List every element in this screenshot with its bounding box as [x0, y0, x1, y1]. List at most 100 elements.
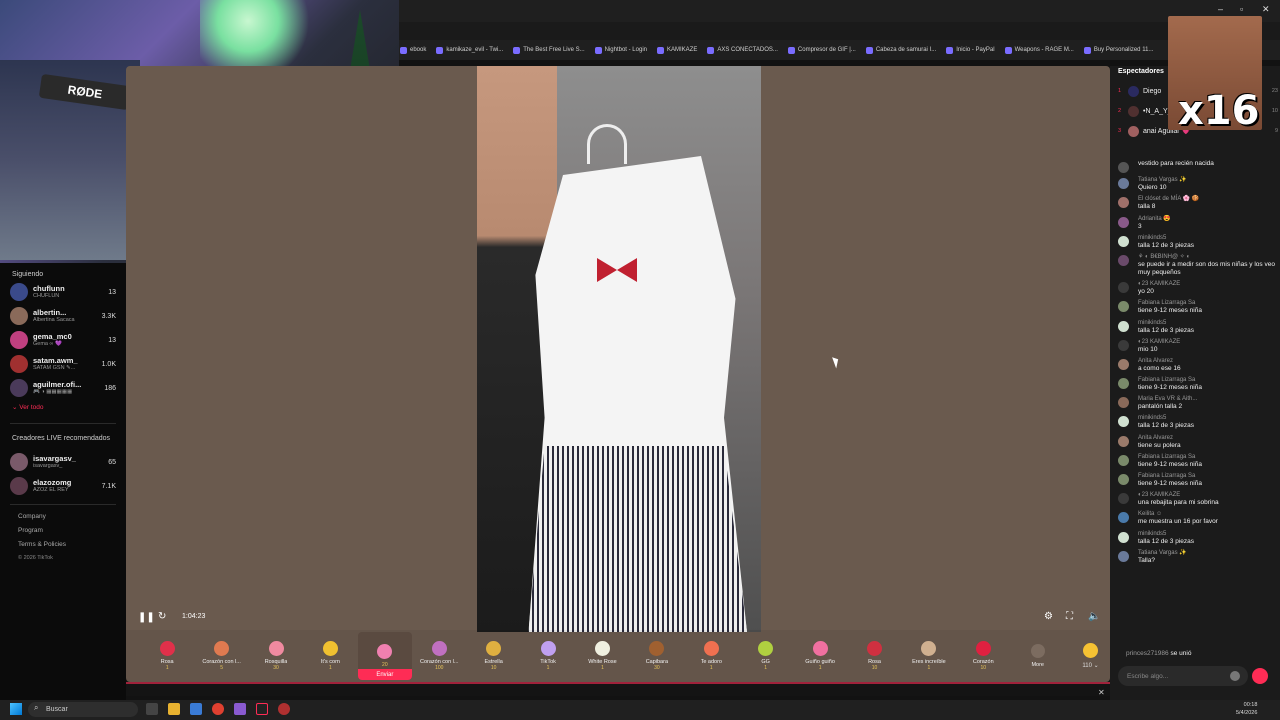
gift-icon: [975, 641, 991, 656]
terms-link[interactable]: Terms & Policies: [18, 541, 126, 548]
following-list: chuflunn CHUFLUN 13 albertin... Albertina Sa…: [0, 280, 126, 400]
message-user[interactable]: ◐23 KAMIKAZE: [1138, 491, 1219, 499]
gift-item[interactable]: Eres increíble 1: [902, 632, 956, 680]
refresh-icon[interactable]: ↻: [158, 611, 166, 622]
file-explorer-icon[interactable]: [168, 703, 180, 715]
message-user[interactable]: ◐23 KAMIKAZE: [1138, 280, 1180, 288]
message-user[interactable]: minikinds5: [1138, 414, 1194, 422]
bookmark-item[interactable]: The Best Free Live S...: [513, 46, 585, 54]
message-user[interactable]: minikinds5: [1138, 530, 1194, 538]
bookmark-item[interactable]: ebook: [400, 46, 426, 54]
account-row[interactable]: gema_mc0 Gema ∞ 💜 13: [0, 328, 126, 352]
gift-icon: [866, 641, 882, 656]
account-row[interactable]: satam.awm_ SATAM GSN ✎... 1.0K: [0, 352, 126, 376]
gift-item[interactable]: Te adoro 1: [684, 632, 738, 680]
avatar: [1118, 378, 1129, 390]
message-user[interactable]: Maria Eva VR & Aith...: [1138, 395, 1197, 403]
bookmark-item[interactable]: Buy Personalized 11...: [1083, 46, 1153, 54]
message-body: Tatiana Vargas ✨ Quiero 10: [1138, 176, 1187, 192]
message-user[interactable]: Anita Alvarez: [1138, 357, 1181, 365]
chat-input[interactable]: Escribe algo...: [1118, 666, 1248, 686]
bookmark-item[interactable]: Compresor de GIF |...: [787, 46, 856, 54]
gift-item[interactable]: GG 1: [738, 632, 792, 680]
more-gifts-button[interactable]: More: [1011, 632, 1065, 680]
message-user[interactable]: minikinds5: [1138, 319, 1194, 327]
message-user[interactable]: Anita Alvarez: [1138, 434, 1181, 442]
bookmark-item[interactable]: KAMIKAZE: [657, 46, 697, 54]
live-stage[interactable]: ❚❚ ↻ 1:04:23 ⚙ ⛶ 🔈 Rosa 1 Corazón con l...…: [126, 66, 1110, 682]
avatar: [1118, 197, 1129, 209]
live-video[interactable]: [477, 66, 761, 632]
gift-item[interactable]: Corazón con l... 100: [412, 632, 466, 680]
bookmark-item[interactable]: AXS CONECTADOS...: [707, 46, 778, 54]
message-user[interactable]: Fabiana Lizarraga Sa: [1138, 376, 1202, 384]
tiktok-icon[interactable]: [256, 703, 268, 715]
message-user[interactable]: Fabiana Lizarraga Sa: [1138, 472, 1202, 480]
gift-item[interactable]: Corazón con l... 5: [194, 632, 248, 680]
chat-message: ◐23 KAMIKAZE mio 10: [1118, 338, 1278, 354]
message-user[interactable]: Fabiana Lizarraga Sa: [1138, 453, 1202, 461]
message-text: vestido para recién nacida: [1138, 160, 1214, 167]
chrome-icon[interactable]: [212, 703, 224, 715]
message-user[interactable]: Tatiana Vargas ✨: [1138, 549, 1187, 557]
restore-icon[interactable]: ▫: [1240, 4, 1243, 14]
windows-start-icon[interactable]: [10, 703, 22, 715]
account-row[interactable]: isavargasv_ isavargasv_ 65: [0, 450, 126, 474]
company-link[interactable]: Company: [18, 513, 126, 520]
gift-price: 10: [980, 665, 987, 671]
gift-item[interactable]: It's corn 1: [303, 632, 357, 680]
message-user[interactable]: ◐23 KAMIKAZE: [1138, 338, 1180, 346]
send-button[interactable]: Enviar: [357, 669, 413, 680]
message-user[interactable]: Adrianita 😍: [1138, 215, 1171, 223]
gift-item[interactable]: Guiño guiño 1: [793, 632, 847, 680]
coin-balance[interactable]: 110 ⌄: [1071, 643, 1110, 669]
bookmark-item[interactable]: Cabeza de samurai I...: [865, 46, 936, 54]
close-icon[interactable]: ✕: [1262, 4, 1270, 15]
gift-item[interactable]: Capibara 30: [630, 632, 684, 680]
gift-item[interactable]: White Rose 1: [575, 632, 629, 680]
bookmark-item[interactable]: kamikaze_evil - Twi...: [436, 46, 503, 54]
emoji-icon[interactable]: [1230, 671, 1240, 681]
chat-message: ◐23 KAMIKAZE una rebajita para mi sobrina: [1118, 491, 1278, 507]
message-user[interactable]: Keilita ☺: [1138, 510, 1218, 518]
gift-item[interactable]: Rosquilla 30: [249, 632, 303, 680]
gift-item[interactable]: Rosa 10: [847, 632, 901, 680]
account-row[interactable]: elazozomg AZOZ EL REY 7.1K: [0, 474, 126, 498]
message-user[interactable]: Tatiana Vargas ✨: [1138, 176, 1187, 184]
gift-icon[interactable]: [1252, 668, 1268, 684]
pause-icon[interactable]: ❚❚: [138, 612, 155, 623]
message-user[interactable]: minikinds5: [1138, 234, 1194, 242]
message-user[interactable]: El clóset de MÍA 🌸 🍪: [1138, 195, 1199, 203]
gift-item[interactable]: Corazón 10: [956, 632, 1010, 680]
bookmark-item[interactable]: Nightbot - Login: [594, 46, 647, 54]
store-icon[interactable]: [190, 703, 202, 715]
join-user[interactable]: princes271986: [1126, 650, 1169, 657]
gift-item[interactable]: Estrella 10: [466, 632, 520, 680]
recorder-icon[interactable]: [278, 703, 290, 715]
account-row[interactable]: chuflunn CHUFLUN 13: [0, 280, 126, 304]
bookmark-item[interactable]: Inicio - PayPal: [946, 46, 995, 54]
account-row[interactable]: aguilmer.ofi... 🎮 ◑ ▦▦▦▦▦ 186: [0, 376, 126, 400]
message-user[interactable]: Fabiana Lizarraga Sa: [1138, 299, 1202, 307]
gift-item[interactable]: TikTok 1: [521, 632, 575, 680]
volume-icon[interactable]: 🔈: [1088, 611, 1100, 622]
bookmark-item[interactable]: Weapons - RAGE M...: [1004, 46, 1074, 54]
program-link[interactable]: Program: [18, 527, 126, 534]
app-icon[interactable]: [234, 703, 246, 715]
gift-price: 100: [435, 665, 444, 671]
see-all-link[interactable]: ⌄ Ver todo: [0, 400, 126, 421]
task-view-icon[interactable]: [146, 703, 158, 715]
close-icon[interactable]: ✕: [1098, 688, 1105, 697]
gift-item[interactable]: Rosa 1: [140, 632, 194, 680]
minimize-icon[interactable]: –: [1218, 4, 1223, 14]
gift-item[interactable]: 20 Enviar: [357, 632, 413, 680]
settings-icon[interactable]: ⚙: [1044, 611, 1053, 622]
account-subtitle: Gema ∞ 💜: [33, 341, 62, 347]
avatar: [1118, 474, 1129, 485]
fullscreen-icon[interactable]: ⛶: [1066, 611, 1073, 622]
message-body: ◐23 KAMIKAZE mio 10: [1138, 338, 1180, 354]
taskbar-search[interactable]: Buscar: [28, 702, 138, 717]
account-row[interactable]: albertin... Albertina Sacaca 3.3K: [0, 304, 126, 328]
gift-bar: Rosa 1 Corazón con l... 5 Rosquilla 30 It's co…: [126, 630, 1110, 682]
message-user[interactable]: ⚘ ◐ B€BINH@ ✧ ◐: [1138, 253, 1278, 261]
